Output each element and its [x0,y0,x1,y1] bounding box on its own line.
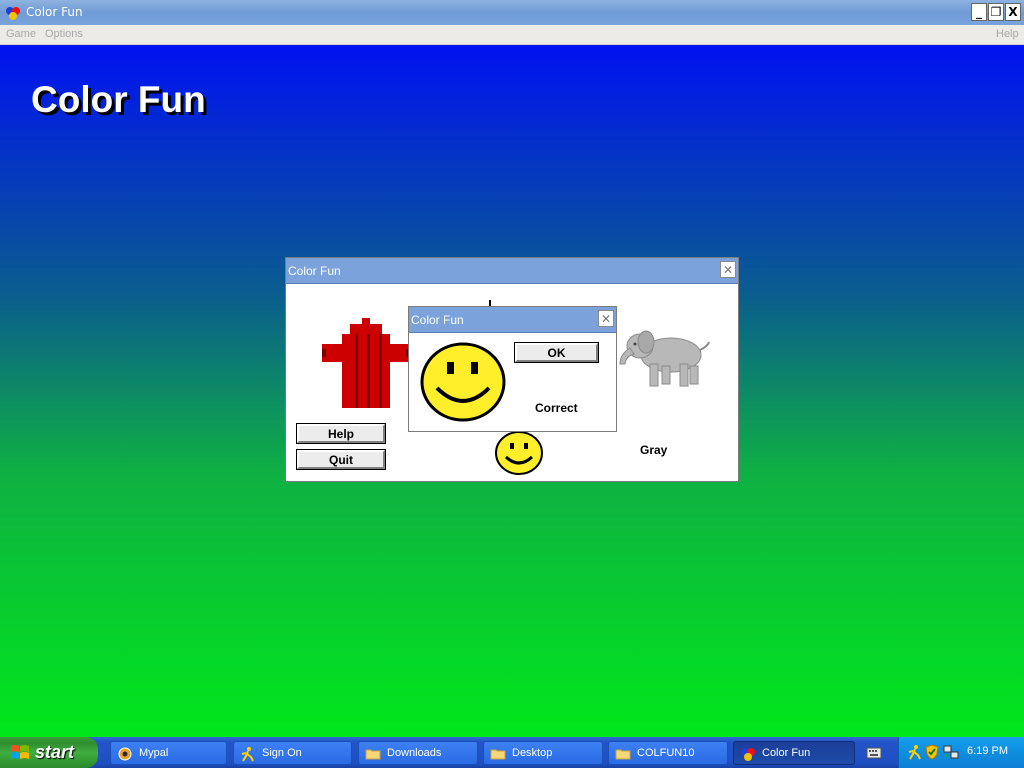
minimize-button[interactable]: _ [971,3,987,21]
result-dialog: Color Fun ✕ OK Correct [408,306,617,432]
taskbar-item-color-fun[interactable]: Color Fun [733,741,855,765]
game-dialog-titlebar: Color Fun ✕ [286,258,738,284]
taskbar-item-colfun10[interactable]: COLFUN10 [608,741,728,765]
system-tray: 6:19 PM [898,737,1024,768]
restore-button[interactable]: ❐ [988,3,1004,21]
network-icon[interactable] [943,744,959,760]
taskbar-item-label: COLFUN10 [637,747,695,759]
taskbar-item-desktop[interactable]: Desktop [483,741,603,765]
small-smiley-image [495,431,543,475]
folder-icon [365,749,381,760]
taskbar-item-label: Mypal [139,747,169,759]
windows-logo-icon [11,745,29,759]
game-canvas: Color Fun Color Fun ✕ Help Quit Gray Col… [0,45,1024,737]
color-answer-label: Gray [640,443,668,457]
window-titlebar: Color Fun _ ❐ X [0,0,1024,25]
taskbar-item-label: Desktop [512,747,553,759]
menu-bar: Game Options Help [0,25,1024,45]
red-fire-hydrant-image[interactable] [322,318,410,408]
folder-icon [615,749,631,760]
menu-help[interactable]: Help [996,28,1019,40]
taskbar-item-label: Color Fun [762,747,811,759]
gray-elephant-image[interactable] [616,328,711,390]
mypal-icon [118,747,132,761]
color-fun-icon [741,748,755,761]
result-message: Correct [535,401,578,415]
large-smiley-icon [420,342,506,422]
folder-icon [490,749,506,760]
result-dialog-titlebar: Color Fun ✕ [409,307,616,333]
taskbar: start Mypal Sign On Downloads Desktop CO… [0,737,1024,768]
security-shield-icon[interactable] [925,744,939,760]
taskbar-item-sign-on[interactable]: Sign On [233,741,352,765]
taskbar-item-downloads[interactable]: Downloads [358,741,478,765]
window-title: Color Fun [26,5,83,19]
taskbar-item-label: Sign On [262,747,302,759]
result-dialog-title: Color Fun [411,313,464,327]
menu-options[interactable]: Options [45,28,83,40]
keyboard-icon[interactable] [866,746,882,760]
game-dialog-close-button[interactable]: ✕ [720,261,736,278]
help-button[interactable]: Help [296,423,386,444]
game-dialog-title: Color Fun [288,264,341,278]
taskbar-item-label: Downloads [387,747,442,759]
aim-icon [241,747,254,762]
color-fun-app-icon [6,7,20,20]
quit-button[interactable]: Quit [296,449,386,470]
start-button[interactable]: start [0,737,98,768]
close-button[interactable]: X [1005,3,1021,21]
game-title: Color Fun [31,79,206,120]
taskbar-item-mypal[interactable]: Mypal [110,741,227,765]
start-label: start [35,742,75,762]
result-dialog-close-button[interactable]: ✕ [598,310,614,327]
clock: 6:19 PM [967,745,1008,757]
aim-tray-icon[interactable] [907,744,923,760]
ok-button[interactable]: OK [514,342,599,363]
menu-game[interactable]: Game [6,28,36,40]
